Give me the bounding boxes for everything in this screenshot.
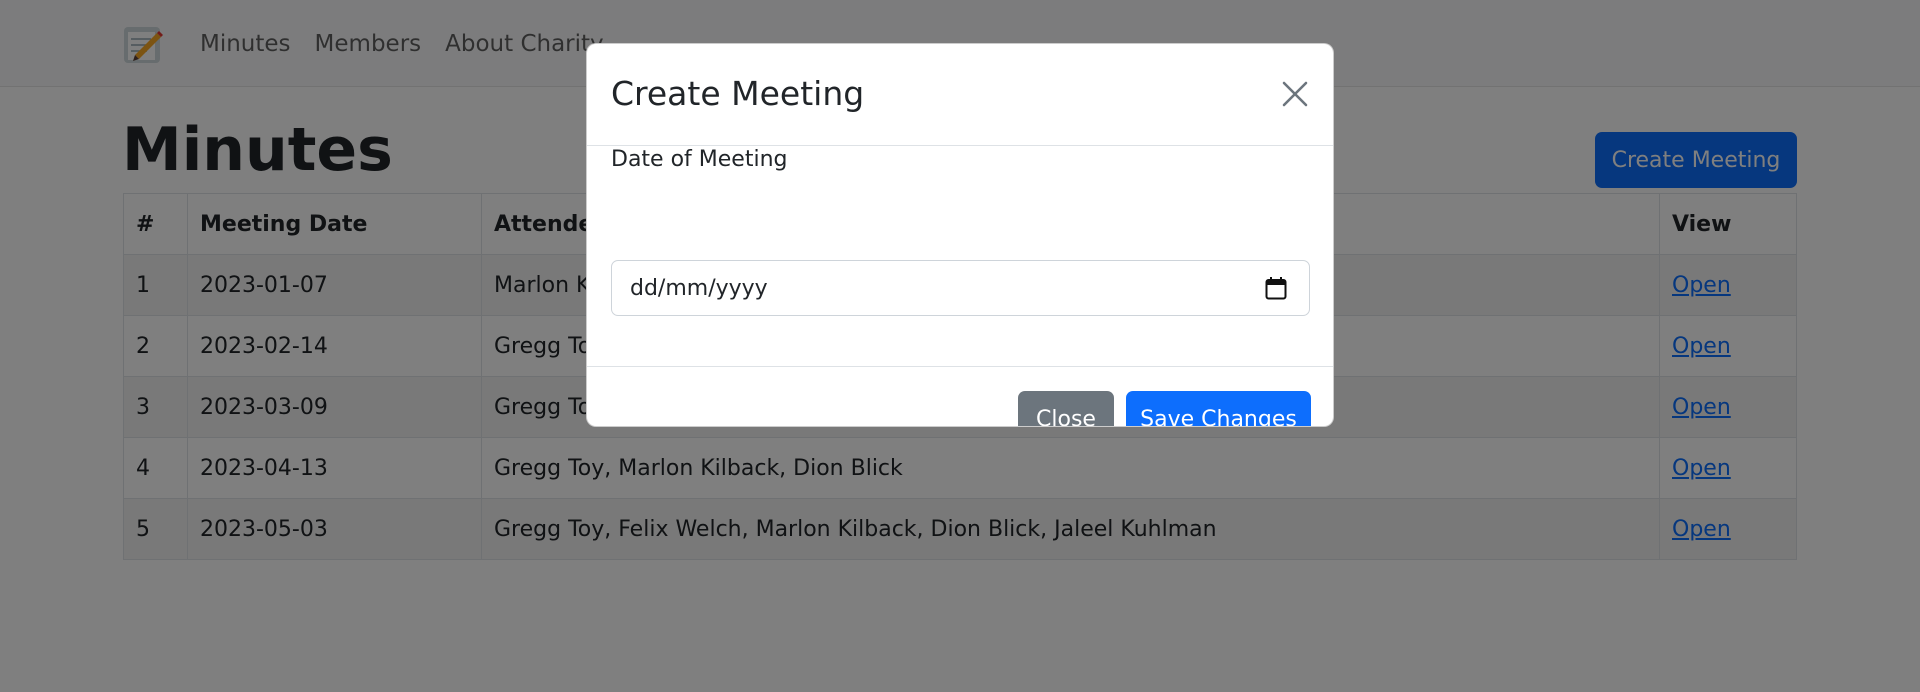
create-meeting-modal: Create Meeting Date of Meeting dd/mm/yyy… <box>586 43 1334 427</box>
modal-header: Create Meeting <box>587 44 1333 146</box>
close-icon[interactable] <box>1279 78 1311 110</box>
modal-title: Create Meeting <box>611 74 865 113</box>
date-placeholder: dd/mm/yyyy <box>630 276 768 301</box>
calendar-icon[interactable] <box>1265 276 1287 300</box>
modal-body: Date of Meeting dd/mm/yyyy <box>587 146 1333 366</box>
save-changes-button[interactable]: Save Changes <box>1126 391 1311 426</box>
modal-footer: Close Save Changes <box>587 366 1333 426</box>
close-button[interactable]: Close <box>1018 391 1114 426</box>
date-of-meeting-label: Date of Meeting <box>611 147 788 172</box>
date-of-meeting-input[interactable]: dd/mm/yyyy <box>611 260 1310 316</box>
